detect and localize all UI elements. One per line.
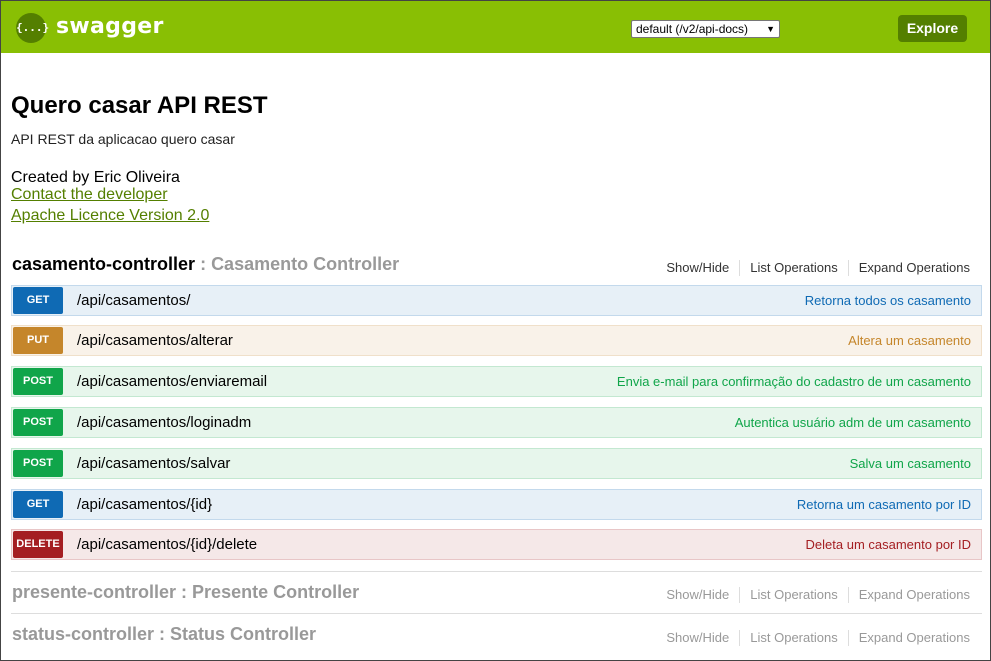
operation-summary[interactable]: Altera um casamento — [848, 326, 971, 355]
controller-name: status-controller — [12, 624, 155, 644]
divider — [11, 613, 982, 614]
api-title: Quero casar API REST — [11, 92, 268, 119]
controller-links-presente: Show/Hide List Operations Expand Operati… — [656, 587, 970, 603]
api-spec-select-value: default (/v2/api-docs) — [636, 22, 749, 36]
method-badge[interactable]: DELETE — [13, 531, 63, 558]
license-link[interactable]: Apache Licence Version 2.0 — [11, 207, 209, 225]
operation-summary[interactable]: Deleta um casamento por ID — [806, 530, 971, 559]
operation-row[interactable]: DELETE /api/casamentos/{id}/delete Delet… — [11, 529, 982, 560]
api-spec-select[interactable]: default (/v2/api-docs) ▼ — [631, 20, 780, 38]
list-operations-link[interactable]: List Operations — [740, 587, 849, 603]
method-badge[interactable]: POST — [13, 409, 63, 436]
controller-description: Presente Controller — [192, 582, 360, 602]
operation-path[interactable]: /api/casamentos/{id} — [77, 490, 212, 519]
controller-title-status[interactable]: status-controller : Status Controller — [12, 623, 316, 645]
show-hide-link[interactable]: Show/Hide — [656, 260, 741, 276]
swagger-logo-icon[interactable]: {...} — [16, 13, 49, 43]
operation-path[interactable]: /api/casamentos/loginadm — [77, 408, 251, 437]
operation-summary[interactable]: Salva um casamento — [850, 449, 971, 478]
expand-operations-link[interactable]: Expand Operations — [849, 630, 970, 646]
list-operations-link[interactable]: List Operations — [740, 260, 849, 276]
operation-row[interactable]: POST /api/casamentos/loginadm Autentica … — [11, 407, 982, 438]
controller-name: casamento-controller — [12, 254, 196, 274]
operation-summary[interactable]: Retorna um casamento por ID — [797, 490, 971, 519]
operation-summary[interactable]: Autentica usuário adm de um casamento — [735, 408, 971, 437]
expand-operations-link[interactable]: Expand Operations — [849, 587, 970, 603]
operation-summary[interactable]: Retorna todos os casamento — [805, 286, 971, 315]
controller-separator: : — [154, 624, 171, 644]
operation-row[interactable]: GET /api/casamentos/{id} Retorna um casa… — [11, 489, 982, 520]
operation-row[interactable]: PUT /api/casamentos/alterar Altera um ca… — [11, 325, 982, 356]
divider — [11, 571, 982, 572]
explore-button[interactable]: Explore — [898, 15, 967, 42]
controller-name: presente-controller — [12, 582, 177, 602]
show-hide-link[interactable]: Show/Hide — [656, 587, 741, 603]
operation-row[interactable]: GET /api/casamentos/ Retorna todos os ca… — [11, 285, 982, 316]
created-by: Created by Eric Oliveira — [11, 169, 180, 186]
controller-title-presente[interactable]: presente-controller : Presente Controlle… — [12, 581, 359, 603]
controller-description: Status Controller — [170, 624, 317, 644]
controller-links-casamento: Show/Hide List Operations Expand Operati… — [656, 260, 970, 276]
chevron-down-icon: ▼ — [766, 24, 775, 34]
method-badge[interactable]: GET — [13, 287, 63, 314]
operation-path[interactable]: /api/casamentos/salvar — [77, 449, 230, 478]
top-bar: {...} swagger default (/v2/api-docs) ▼ E… — [0, 0, 991, 53]
controller-description: Casamento Controller — [211, 254, 400, 274]
brand-name[interactable]: swagger — [56, 13, 164, 41]
controller-separator: : — [176, 582, 193, 602]
controller-separator: : — [195, 254, 212, 274]
show-hide-link[interactable]: Show/Hide — [656, 630, 741, 646]
contact-developer-link[interactable]: Contact the developer — [11, 186, 168, 204]
operation-path[interactable]: /api/casamentos/enviaremail — [77, 367, 267, 396]
method-badge[interactable]: GET — [13, 491, 63, 518]
operation-path[interactable]: /api/casamentos/alterar — [77, 326, 233, 355]
api-description: API REST da aplicacao quero casar — [11, 131, 235, 147]
operation-path[interactable]: /api/casamentos/{id}/delete — [77, 530, 257, 559]
list-operations-link[interactable]: List Operations — [740, 630, 849, 646]
method-badge[interactable]: POST — [13, 368, 63, 395]
operation-summary[interactable]: Envia e-mail para confirmação do cadastr… — [617, 367, 971, 396]
method-badge[interactable]: PUT — [13, 327, 63, 354]
method-badge[interactable]: POST — [13, 450, 63, 477]
controller-title-casamento[interactable]: casamento-controller : Casamento Control… — [12, 253, 399, 275]
controller-links-status: Show/Hide List Operations Expand Operati… — [656, 630, 970, 646]
operation-path[interactable]: /api/casamentos/ — [77, 286, 190, 315]
operation-row[interactable]: POST /api/casamentos/salvar Salva um cas… — [11, 448, 982, 479]
operation-row[interactable]: POST /api/casamentos/enviaremail Envia e… — [11, 366, 982, 397]
expand-operations-link[interactable]: Expand Operations — [849, 260, 970, 276]
